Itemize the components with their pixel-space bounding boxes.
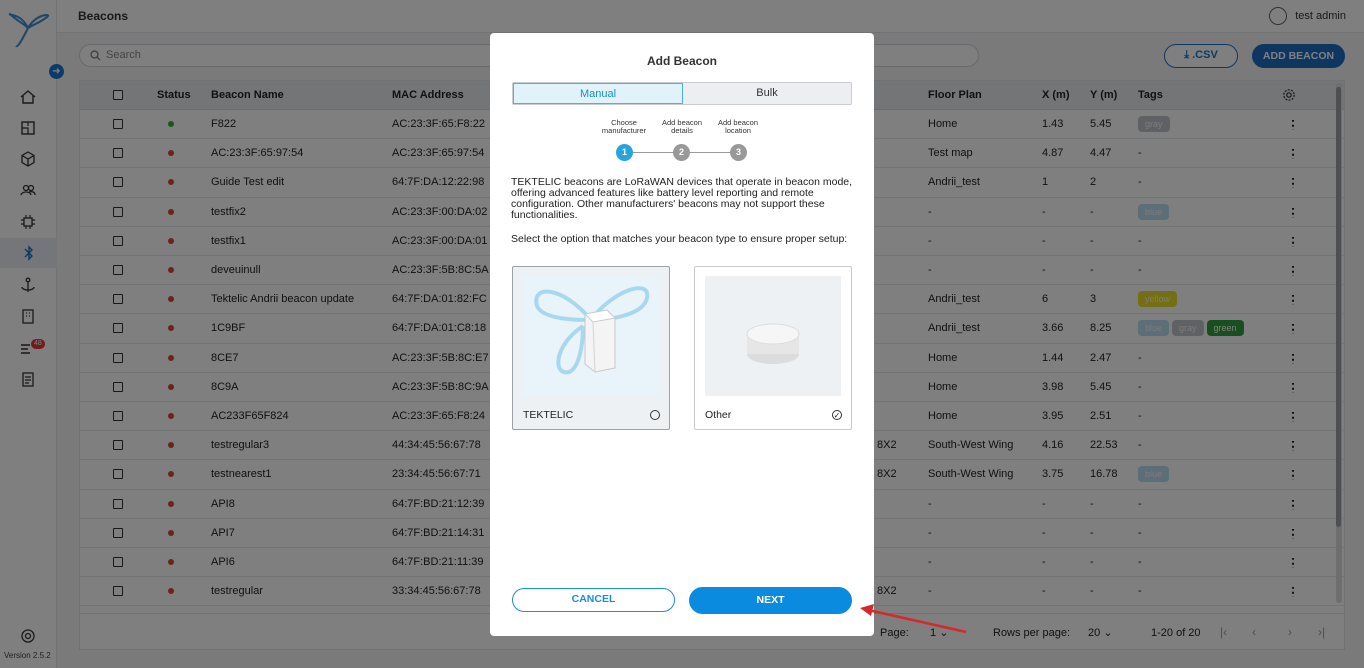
cancel-button[interactable]: CANCEL	[512, 588, 675, 612]
step-3-circle: 3	[730, 144, 747, 161]
tektelic-beacon-image	[523, 276, 659, 396]
option-other-label: Other	[705, 409, 732, 421]
option-tektelic-label: TEKTELIC	[523, 409, 574, 421]
step-2-label: Add beacon details	[661, 118, 703, 135]
step-1-label: Choose manufacturer	[601, 118, 647, 135]
tab-bulk[interactable]: Bulk	[683, 83, 851, 104]
next-button[interactable]: NEXT	[689, 587, 852, 614]
info-paragraph: TEKTELIC beacons are LoRaWAN devices tha…	[511, 176, 853, 221]
tab-manual[interactable]: Manual	[513, 83, 683, 104]
step-1-circle: 1	[616, 144, 633, 161]
option-other[interactable]: Other ✓	[694, 266, 852, 430]
add-beacon-dialog: Add Beacon Manual Bulk Choose manufacture…	[490, 33, 874, 636]
step-2-circle: 2	[673, 144, 690, 161]
other-beacon-image	[705, 276, 841, 396]
mode-toggle: Manual Bulk	[512, 82, 852, 105]
dialog-title: Add Beacon	[646, 54, 717, 68]
option-tektelic[interactable]: TEKTELIC	[512, 266, 670, 430]
annotation-arrow-icon	[860, 604, 967, 634]
step-3-label: Add beacon location	[717, 118, 759, 135]
option-other-radio-checked-icon[interactable]: ✓	[832, 410, 842, 420]
stepper: Choose manufacturer Add beacon details Add…	[600, 119, 764, 167]
instruction-paragraph: Select the option that matches your beac…	[511, 233, 848, 245]
option-tektelic-radio[interactable]	[650, 410, 660, 420]
